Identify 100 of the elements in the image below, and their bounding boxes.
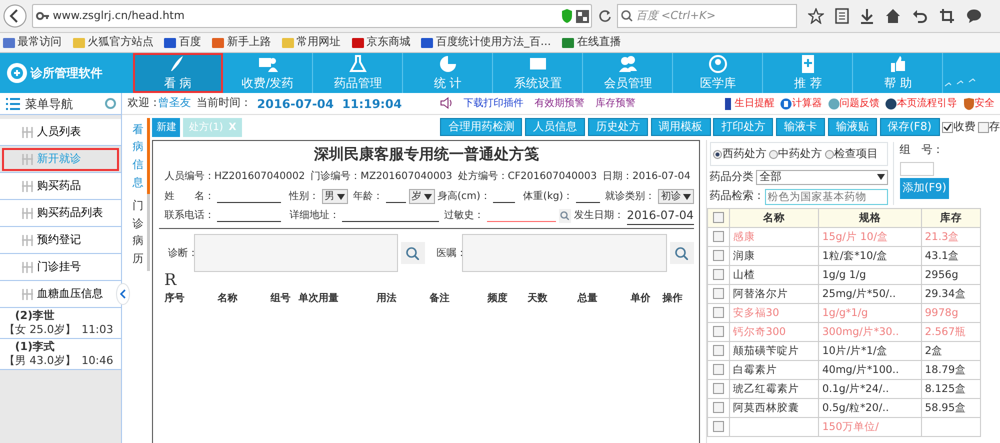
table-cell: 0.5g/粒*20/.. <box>818 398 922 417</box>
table-cell: 15g/片 10/盒 <box>818 227 922 246</box>
field-label: 详细地址： <box>290 208 340 224</box>
sidebar-item[interactable]: 人员列表 <box>0 119 121 146</box>
table-cell: 1g/g 1/g <box>818 265 922 284</box>
field-label: 组 号： <box>900 142 944 158</box>
bookmark-link[interactable]: 常用网址 <box>282 34 340 51</box>
date-value[interactable]: 2016-07-04 <box>626 206 694 225</box>
gender-select[interactable]: 男 <box>322 189 348 204</box>
tab-label: 处方(1) <box>189 120 224 135</box>
bookmark-link[interactable]: 京东商城 <box>352 34 410 51</box>
drug-search-field[interactable]: 粉色为国家基本药物 <box>764 188 888 204</box>
table-cell: 2盒 <box>921 341 980 360</box>
patient-time: 10:46 <box>82 354 114 368</box>
column-header: 总量 <box>577 292 598 306</box>
address-bar[interactable]: www.zsglrj.cn/head.htm <box>32 4 592 28</box>
table-cell: 钙尔奇300 <box>729 322 819 341</box>
search-field[interactable]: 百度 <Ctrl+K> <box>617 4 798 28</box>
column-header: 组号 <box>270 292 292 306</box>
field-label: 药品分类 <box>710 169 754 185</box>
checkbox-label[interactable]: 存 <box>978 119 1000 136</box>
column-header: 单次用量 <box>298 292 340 306</box>
table-cell: 1g/g*1/g <box>818 303 922 322</box>
nav-tab[interactable]: 看 病 <box>133 53 224 93</box>
table-cell: 2.567瓶 <box>921 322 980 341</box>
field-label: 身高(cm)： <box>437 190 490 204</box>
table-cell: 润康 <box>729 246 819 265</box>
table-cell: 43.1盒 <box>921 246 980 265</box>
table-cell: 山楂 <box>729 265 819 284</box>
user-name: 曾圣友 <box>158 95 191 112</box>
radio-option[interactable]: 西药处方 <box>713 146 766 162</box>
search-placeholder: 百度 <Ctrl+K> <box>636 8 716 24</box>
sidebar-item[interactable]: 门诊挂号 <box>0 254 121 281</box>
bookmark-link[interactable]: 百度统计使用方法_百... <box>421 34 551 51</box>
time-label: 当前时间： <box>196 95 252 112</box>
table-cell: 2956g <box>921 265 980 284</box>
sidebar-item[interactable]: 购买药品列表 <box>0 200 121 227</box>
table-cell: 40mg/片*100.. <box>818 360 922 379</box>
field-label: 联系电话： <box>164 208 214 224</box>
column-header: 库存 <box>921 208 980 227</box>
field-label: 就诊类别： <box>605 190 655 204</box>
tool-link[interactable]: 问题反馈 <box>828 96 880 111</box>
age-unit-select[interactable]: 岁 <box>408 189 435 204</box>
field-label: 性别： <box>288 190 319 204</box>
id-field: 门诊编号：MZ201607040003 <box>310 168 452 184</box>
column-header: 频度 <box>487 291 508 306</box>
sidebar-item[interactable]: 购买药品 <box>0 173 121 200</box>
table-cell: 18.79盒 <box>921 360 980 379</box>
bookmark-link[interactable]: 新手上路 <box>212 34 271 51</box>
column-header: 备注 <box>429 291 450 306</box>
table-cell: 感康 <box>729 227 819 246</box>
header-link[interactable]: 库存预警 <box>595 96 636 111</box>
category-select[interactable]: 全部 <box>756 170 888 185</box>
table-cell: 150万单位/ <box>818 417 922 436</box>
bookmark-link[interactable]: 在线直播 <box>562 34 621 51</box>
header-link[interactable]: 下载打印插件 <box>463 96 524 111</box>
column-header: 名称 <box>729 208 819 227</box>
checkbox-label[interactable]: 收费 <box>942 119 976 136</box>
bookmark-link[interactable]: 火狐官方站点 <box>72 34 154 51</box>
table-cell: 0.1g/片*24/.. <box>818 379 922 398</box>
table-cell: 25mg/片*50/.. <box>818 284 922 303</box>
patient-name[interactable]: (2)李世 <box>4 309 117 323</box>
column-header: 操作 <box>662 292 684 306</box>
field-label: 年龄： <box>353 190 384 204</box>
id-field: 处方编号：CF201607040003 <box>458 168 597 184</box>
visit-type-select[interactable]: 初诊 <box>658 189 694 204</box>
field-label: 体重(kg)： <box>523 190 574 204</box>
bookmark-link[interactable]: 最常访问 <box>2 34 62 51</box>
tool-link[interactable]: 本页流程引导 <box>885 96 957 111</box>
patient-time: 11:03 <box>82 323 114 337</box>
table-cell: 琥乙红霉素片 <box>729 379 819 398</box>
table-cell: 8.125盒 <box>921 379 980 398</box>
patient-name[interactable]: (1)李式 <box>4 340 117 354</box>
radio-option[interactable]: 检查项目 <box>824 146 878 162</box>
column-header: 单价 <box>630 292 652 306</box>
bookmark-link[interactable]: 百度 <box>164 34 201 51</box>
table-cell: 颠茄磺苄啶片 <box>729 341 819 360</box>
tool-link[interactable]: 安全 <box>962 96 994 111</box>
table-cell: 21.3盒 <box>921 227 980 246</box>
field-label: 过敏史： <box>444 208 484 224</box>
sidebar-item[interactable]: 预约登记 <box>0 227 121 254</box>
sidebar-item[interactable]: 血糖血压信息 <box>0 281 121 308</box>
table-cell: 29.34盒 <box>921 284 980 303</box>
patient-info: 【男 43.0岁】 <box>4 354 76 368</box>
form-title: 深圳民康客服专用统一普通处方笺 <box>312 144 540 166</box>
table-cell: 10片/片*1/盒 <box>818 341 922 360</box>
field-label: 药品检索： <box>710 188 764 204</box>
field-label: 诊断： <box>166 246 191 260</box>
radio-option[interactable]: 中药处方 <box>769 146 822 162</box>
tool-link[interactable]: 计算器 <box>780 96 822 111</box>
column-header: 规格 <box>818 208 922 227</box>
header-link[interactable]: 有效期预警 <box>534 96 584 111</box>
id-field: 人员编号：HZ201607040002 <box>164 168 305 184</box>
current-time: 2016-07-04 11:19:04 <box>257 96 402 112</box>
field-label: 发生日期： <box>574 208 624 224</box>
tool-link[interactable]: 生日提醒 <box>722 96 774 111</box>
table-cell: 白霉素片 <box>729 360 819 379</box>
field-label: 医嘱： <box>436 246 460 260</box>
table-cell: 阿替洛尔片 <box>729 284 819 303</box>
column-header: 名称 <box>217 292 238 306</box>
